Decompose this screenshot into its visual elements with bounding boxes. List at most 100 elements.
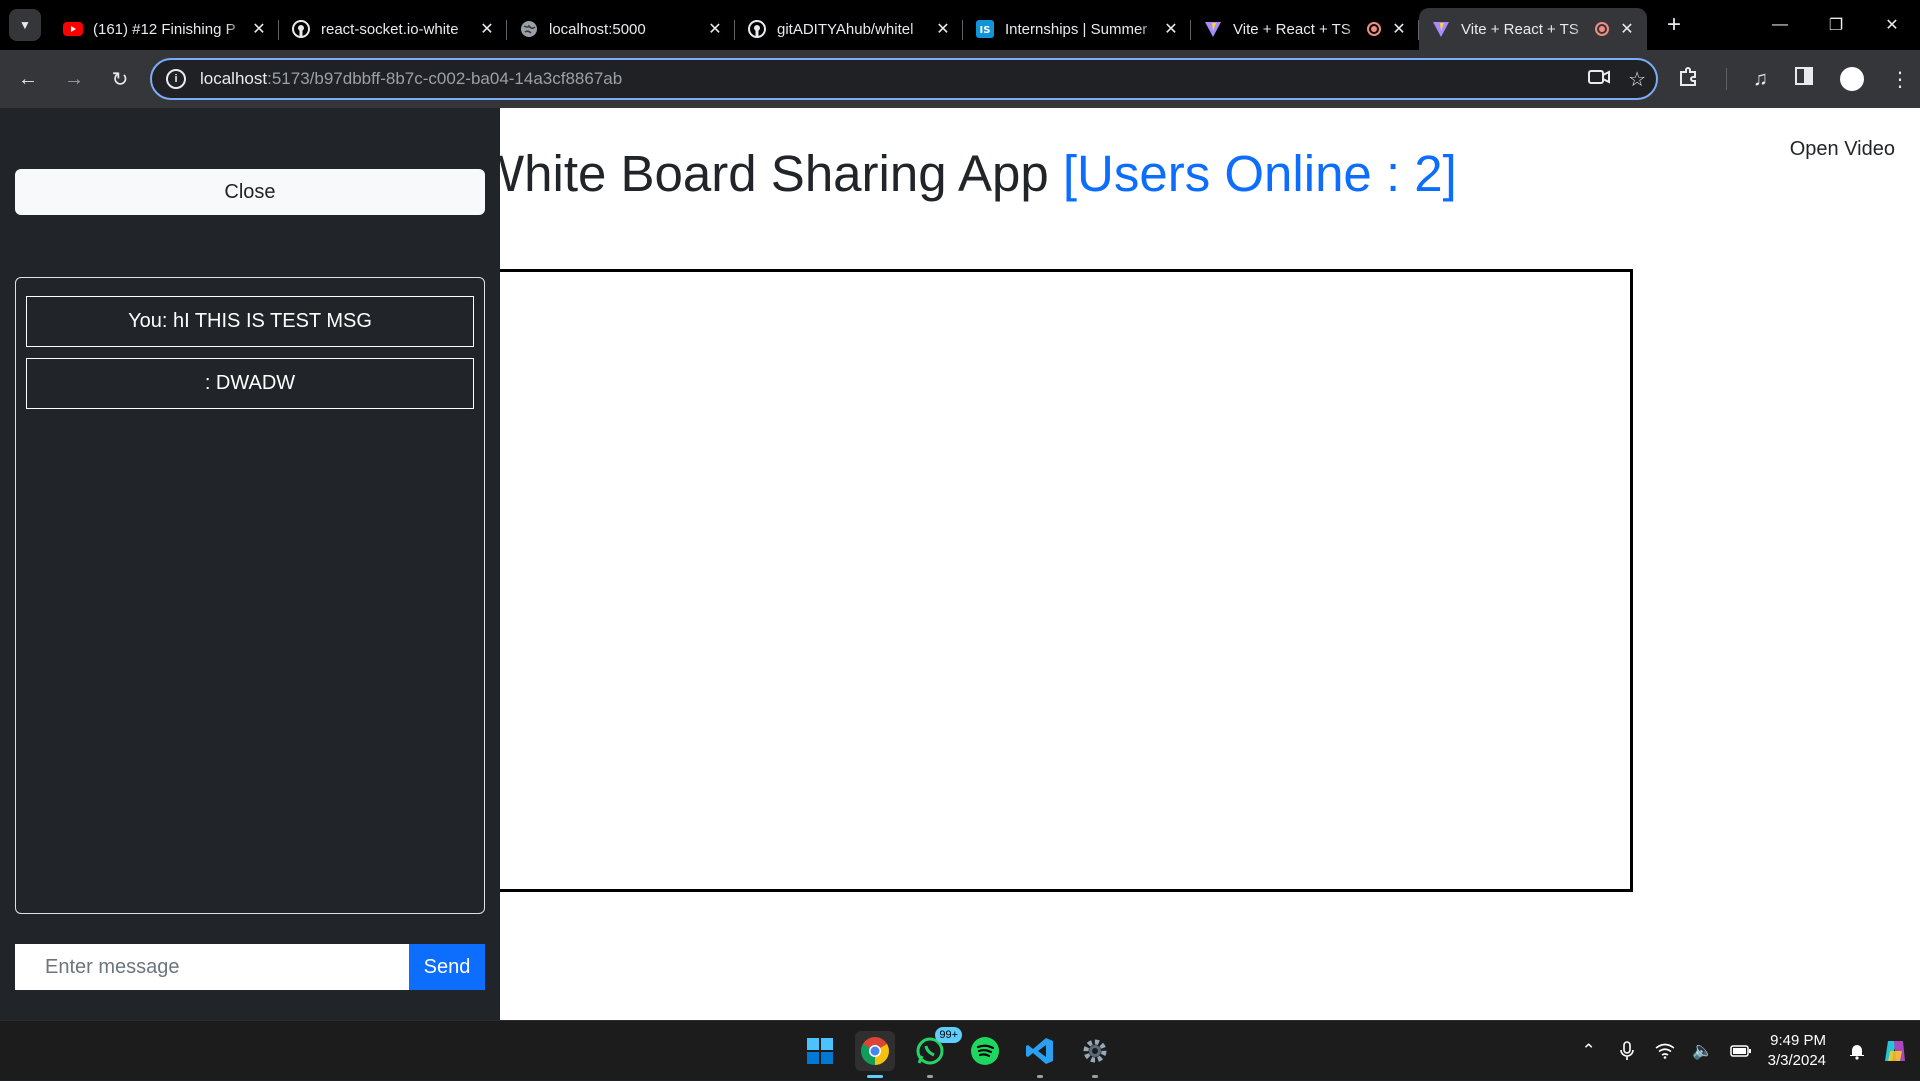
clock-date: 3/3/2024 <box>1767 1052 1826 1069</box>
camera-icon[interactable] <box>1588 68 1611 91</box>
reload-button[interactable]: ↻ <box>102 61 138 97</box>
chevron-up-icon[interactable]: ⌃ <box>1574 1036 1604 1066</box>
close-icon[interactable]: ✕ <box>705 19 725 39</box>
url-host: localhost <box>200 69 268 88</box>
tab-title: (161) #12 Finishing P <box>93 20 236 38</box>
chat-sidebar: Close You: hI THIS IS TEST MSG : DWADW S… <box>0 108 500 1020</box>
taskbar-settings[interactable] <box>1075 1031 1115 1078</box>
back-button[interactable]: ← <box>10 61 46 97</box>
extensions-icon[interactable] <box>1678 65 1700 93</box>
reload-icon: ↻ <box>111 68 129 91</box>
arrow-left-icon: ← <box>18 67 38 90</box>
address-bar[interactable]: i localhost:5173/b97dbbff-8b7c-c002-ba04… <box>150 58 1658 100</box>
browser-tab[interactable]: localhost:5000 ✕ <box>507 8 735 50</box>
running-indicator <box>1092 1075 1098 1078</box>
bookmark-star-icon[interactable]: ☆ <box>1628 67 1646 92</box>
vite-icon <box>1431 19 1451 39</box>
taskbar-vscode[interactable] <box>1020 1031 1060 1078</box>
whiteboard-canvas[interactable] <box>420 269 1633 892</box>
browser-toolbar: ← → ↻ i localhost:5173/b97dbbff-8b7c-c00… <box>0 50 1920 108</box>
tab-title: react-socket.io-white <box>321 20 459 38</box>
vscode-icon <box>1026 1038 1053 1064</box>
browser-tab[interactable]: Vite + React + TS ✕ <box>1419 8 1647 50</box>
new-tab-button[interactable]: + <box>1659 10 1689 40</box>
browser-tab[interactable]: Vite + React + TS ✕ <box>1191 8 1419 50</box>
notification-bell-icon[interactable] <box>1842 1036 1872 1066</box>
close-icon[interactable]: ✕ <box>933 19 953 39</box>
url-text[interactable]: localhost:5173/b97dbbff-8b7c-c002-ba04-1… <box>200 69 622 89</box>
taskbar-chrome[interactable] <box>855 1031 895 1078</box>
plus-icon: + <box>1666 11 1681 38</box>
spotify-icon <box>971 1037 999 1065</box>
browser-tab[interactable]: react-socket.io-white ✕ <box>279 8 507 50</box>
windows-logo-icon <box>807 1038 833 1064</box>
page-viewport: White Board Sharing App [Users Online : … <box>0 108 1920 1020</box>
tab-title: localhost:5000 <box>549 20 646 38</box>
restore-button[interactable]: ❐ <box>1808 0 1864 50</box>
tab-title: Internships | Summer <box>1005 20 1148 38</box>
more-menu-icon[interactable]: ⋮ <box>1890 67 1910 92</box>
close-window-button[interactable]: ✕ <box>1864 0 1920 50</box>
volume-icon[interactable]: 🔈 <box>1688 1036 1718 1066</box>
youtube-icon <box>63 19 83 39</box>
close-icon[interactable]: ✕ <box>477 19 497 39</box>
browser-tab[interactable]: IS Internships | Summer ✕ <box>963 8 1191 50</box>
close-icon[interactable]: ✕ <box>1389 19 1409 39</box>
system-tray: ⌃ 🔈 9:49 PM 3/3/2024 <box>1570 1021 1920 1081</box>
minimize-button[interactable]: — <box>1752 0 1808 50</box>
profile-avatar[interactable] <box>1840 67 1864 91</box>
active-indicator <box>867 1075 883 1078</box>
url-path: :5173/b97dbbff-8b7c-c002-ba04-14a3cf8867… <box>267 69 623 88</box>
github-icon <box>747 19 767 39</box>
tab-search-button[interactable]: ▼ <box>9 9 41 41</box>
tab-title: Vite + React + TS <box>1461 20 1579 38</box>
running-indicator <box>927 1075 933 1078</box>
tab-title: Vite + React + TS <box>1233 20 1351 38</box>
close-icon[interactable]: ✕ <box>1161 19 1181 39</box>
notification-badge: 99+ <box>935 1027 962 1043</box>
recording-icon <box>1367 22 1381 36</box>
window-controls: — ❐ ✕ <box>1752 0 1920 50</box>
svg-text:IS: IS <box>980 25 991 36</box>
chat-message: : DWADW <box>26 358 474 409</box>
close-icon: ✕ <box>1885 17 1899 34</box>
tab-title: gitADITYAhub/whitel <box>777 20 914 38</box>
chevron-down-icon: ▼ <box>19 18 31 32</box>
taskbar-whatsapp[interactable]: 99+ <box>910 1027 962 1078</box>
browser-tab[interactable]: (161) #12 Finishing P ✕ <box>51 8 279 50</box>
page-title: White Board Sharing App [Users Online : … <box>476 144 1457 203</box>
close-icon[interactable]: ✕ <box>249 19 269 39</box>
system-clock[interactable]: 9:49 PM 3/3/2024 <box>1768 1031 1826 1071</box>
globe-icon <box>519 19 539 39</box>
internshala-icon: IS <box>975 19 995 39</box>
browser-tab-strip: ▼ (161) #12 Finishing P ✕ react-socket.io-… <box>0 0 1920 50</box>
site-info-icon[interactable]: i <box>166 69 186 89</box>
close-icon[interactable]: ✕ <box>1617 19 1637 39</box>
title-text: hite Board Sharing App <box>524 145 1049 202</box>
os-taskbar: 99+ ⌃ 🔈 9:49 PM 3/3/2024 <box>0 1020 1920 1080</box>
github-icon <box>291 19 311 39</box>
side-panel-icon[interactable] <box>1794 66 1814 92</box>
taskbar-spotify[interactable] <box>965 1031 1005 1071</box>
battery-icon[interactable] <box>1726 1036 1756 1066</box>
close-chat-button[interactable]: Close <box>15 169 485 215</box>
browser-tab[interactable]: gitADITYAhub/whitel ✕ <box>735 8 963 50</box>
media-controls-icon[interactable]: ♫ <box>1753 68 1768 91</box>
arrow-right-icon: → <box>64 67 84 90</box>
send-button[interactable]: Send <box>409 944 485 990</box>
wifi-icon[interactable] <box>1650 1036 1680 1066</box>
open-video-button[interactable]: Open Video <box>1790 138 1895 161</box>
running-indicator <box>1037 1075 1043 1078</box>
microphone-icon[interactable] <box>1612 1036 1642 1066</box>
toolbar-divider <box>1726 68 1727 90</box>
message-input[interactable] <box>15 944 409 990</box>
minimize-icon: — <box>1772 16 1788 33</box>
tab-list: (161) #12 Finishing P ✕ react-socket.io-wh… <box>51 0 1647 50</box>
gear-icon <box>1083 1039 1107 1063</box>
start-button[interactable] <box>800 1031 840 1071</box>
recording-icon <box>1595 22 1609 36</box>
users-online-count: [Users Online : 2] <box>1062 145 1457 202</box>
forward-button[interactable]: → <box>56 61 92 97</box>
clock-time: 9:49 PM <box>1770 1032 1826 1049</box>
copilot-icon[interactable] <box>1880 1036 1910 1066</box>
